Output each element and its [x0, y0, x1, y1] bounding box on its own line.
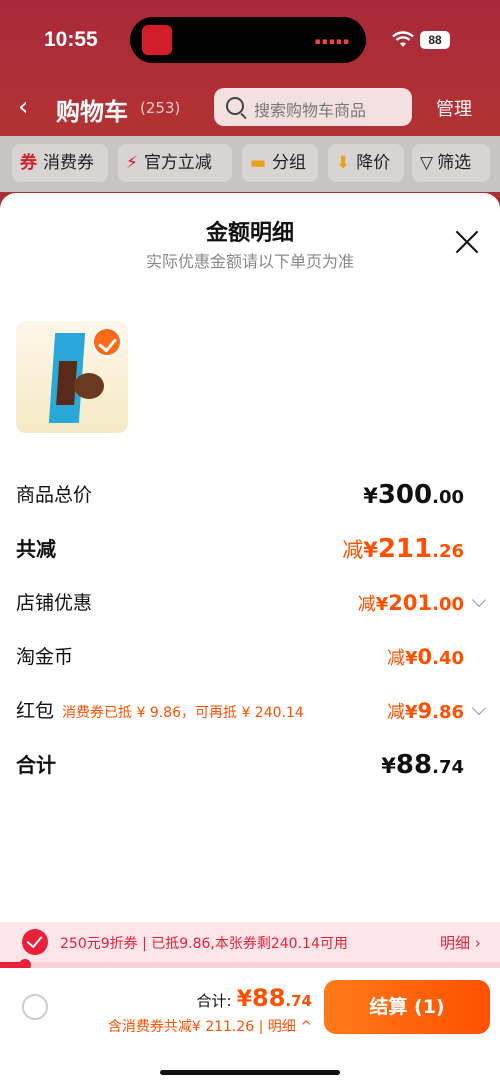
- row-value: ¥88.74: [381, 750, 464, 780]
- app-icon: [142, 25, 172, 55]
- lightning-icon: ⚡: [126, 153, 138, 173]
- status-time: 10:55: [44, 28, 98, 51]
- checkout-bar: 合计: ¥88.74 含消费券共减¥ 211.26 | 明细 ^ 结算 (1): [0, 968, 500, 1087]
- selected-check-icon: [92, 327, 122, 357]
- coupon-text: 250元9折券 | 已抵9.86,本张券剩240.14可用: [60, 936, 348, 952]
- discount-summary[interactable]: 含消费券共减¥ 211.26 | 明细 ^: [108, 1016, 312, 1036]
- row-label: 淘金币: [16, 646, 74, 668]
- row-value: 减¥9.86: [386, 699, 464, 723]
- row-label: 合计: [16, 753, 56, 777]
- row-store-discount[interactable]: 店铺优惠 减¥201.00: [16, 585, 487, 621]
- row-value: 减¥201.00: [357, 591, 464, 615]
- status-bar: 10:55 ▪▪▪▪▪ 88: [0, 0, 500, 80]
- chip-official-discount[interactable]: ⚡ 官方立减: [118, 144, 232, 182]
- close-icon[interactable]: [454, 229, 480, 255]
- home-indicator: [160, 1070, 340, 1075]
- product-chocolate: [74, 373, 104, 399]
- arrow-down-icon: ⬇: [336, 153, 351, 173]
- chip-filter[interactable]: ▽ 筛选: [412, 144, 490, 182]
- row-label-text: 红包: [16, 700, 55, 722]
- row-grand-total: 合计 ¥88.74: [16, 747, 484, 783]
- search-icon: [226, 97, 244, 115]
- back-button[interactable]: ‹: [18, 92, 28, 122]
- sheet-title: 金额明细: [205, 221, 294, 246]
- checkout-button[interactable]: 结算 (1): [324, 980, 490, 1034]
- chip-price-drop[interactable]: ⬇ 降价: [328, 144, 404, 182]
- coupon-bar[interactable]: 250元9折券 | 已抵9.86,本张券剩240.14可用 明细 ›: [0, 922, 500, 962]
- filter-chips: 券消费券 ⚡ 官方立减 ▬ 分组 ⬇ 降价 ▽ 筛选: [0, 136, 500, 192]
- chip-label: 降价: [356, 153, 391, 173]
- search-input[interactable]: 搜索购物车商品: [214, 88, 412, 126]
- coupon-checked-icon[interactable]: [22, 929, 48, 955]
- row-label: 店铺优惠: [16, 592, 93, 614]
- row-value: ¥300.00: [363, 480, 464, 510]
- row-value: 减¥211.26: [342, 534, 464, 564]
- total-int: 88: [252, 984, 286, 1012]
- row-red-packet[interactable]: 红包 消费券已抵 ¥ 9.86，可再抵 ¥ 240.14 减¥9.86: [16, 693, 487, 731]
- chevron-down-icon[interactable]: [471, 700, 487, 716]
- row-value: 减¥0.40: [386, 645, 464, 669]
- row-label: 共减: [16, 537, 56, 561]
- battery-icon: 88: [420, 31, 450, 49]
- red-packet-note: 消费券已抵 ¥ 9.86，可再抵 ¥ 240.14: [62, 705, 304, 721]
- chip-label: 官方立减: [143, 153, 212, 173]
- nav-bar: ‹ 购物车 (253) 搜索购物车商品 管理: [0, 86, 500, 130]
- coupon-detail-link[interactable]: 明细 ›: [440, 932, 481, 953]
- select-all-checkbox[interactable]: [22, 994, 48, 1020]
- row-label: 红包 消费券已抵 ¥ 9.86，可再抵 ¥ 240.14: [16, 693, 304, 731]
- dynamic-island: ▪▪▪▪▪: [130, 17, 366, 63]
- total-label: 合计:: [196, 992, 232, 1010]
- cart-count: (253): [140, 99, 181, 117]
- audio-wave-icon: ▪▪▪▪▪: [314, 37, 350, 47]
- chip-group[interactable]: ▬ 分组: [242, 144, 318, 182]
- filter-icon: ▽: [420, 153, 434, 173]
- manage-button[interactable]: 管理: [436, 95, 472, 121]
- chip-label: 分组: [272, 153, 307, 173]
- row-goods-total: 商品总价 ¥300.00: [16, 477, 484, 513]
- row-taojinbi: 淘金币 减¥0.40: [16, 639, 484, 675]
- row-total-discount: 共减 减¥211.26: [16, 531, 484, 567]
- total-amount: 合计: ¥88.74: [197, 984, 312, 1012]
- chip-label: 消费券: [43, 153, 94, 173]
- folder-icon: ▬: [250, 153, 267, 173]
- total-dec: .74: [285, 992, 312, 1010]
- chevron-down-icon[interactable]: [471, 592, 487, 608]
- page-title: 购物车: [56, 98, 128, 126]
- coupon-icon: 券: [20, 153, 37, 173]
- sheet-subtitle: 实际优惠金额请以下单页为准: [145, 252, 354, 271]
- row-label: 商品总价: [16, 484, 93, 506]
- total-currency: ¥: [236, 987, 253, 1012]
- wifi-icon: [392, 31, 414, 47]
- chip-label: 筛选: [437, 153, 472, 173]
- search-placeholder: 搜索购物车商品: [254, 101, 367, 120]
- chip-coupon[interactable]: 券消费券: [12, 144, 108, 182]
